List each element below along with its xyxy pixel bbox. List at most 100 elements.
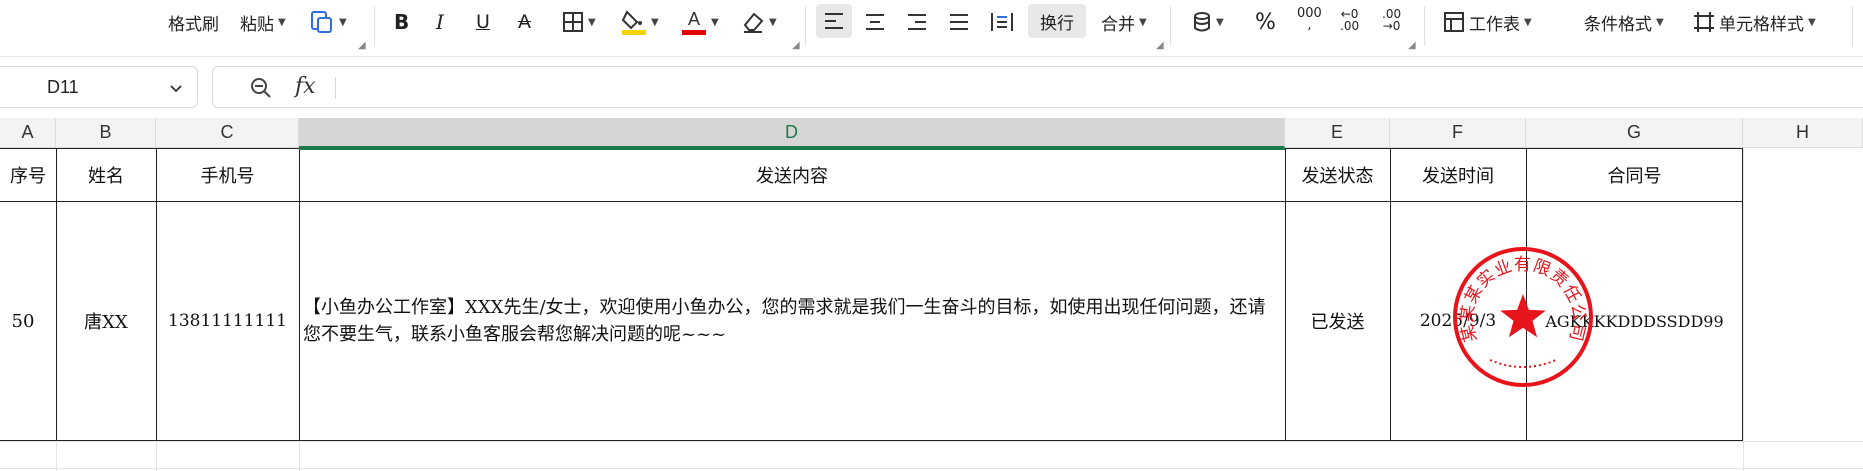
fill-color-button[interactable]: ▼	[621, 8, 659, 36]
merge-button[interactable]: 合并 ▼	[1101, 8, 1147, 36]
bold-icon: B	[394, 10, 410, 34]
wrap-text-button[interactable]: 换行	[1028, 4, 1086, 38]
underline-icon: U	[476, 11, 490, 33]
align-left-button[interactable]	[816, 4, 852, 38]
chevron-down-icon: ▼	[711, 16, 719, 28]
divider	[1852, 6, 1853, 46]
align-left-icon	[823, 12, 845, 30]
justify-button[interactable]	[948, 8, 970, 36]
chevron-down-icon: ▼	[1656, 16, 1664, 28]
table-cell-status[interactable]: 已发送	[1285, 202, 1390, 440]
wrap-text-label: 换行	[1040, 13, 1074, 34]
chevron-down-icon	[169, 79, 183, 98]
divider	[805, 6, 806, 46]
chevron-down-icon: ▼	[1139, 16, 1147, 28]
table-cell-content[interactable]: 【小鱼办公工作室】XXX先生/女士，欢迎使用小鱼办公，您的需求就是我们一生奋斗的…	[299, 294, 1285, 374]
clear-format-button[interactable]: ▼	[741, 8, 777, 36]
underline-button[interactable]: U	[476, 8, 490, 36]
italic-icon: I	[436, 10, 444, 34]
column-header-a[interactable]: A	[0, 118, 56, 148]
header-cell-time[interactable]: 发送时间	[1390, 149, 1526, 201]
conditional-format-label: 条件格式	[1584, 14, 1652, 35]
paste-button[interactable]: 粘贴 ▼	[240, 8, 286, 36]
table-border	[0, 440, 1743, 441]
decrease-decimal-button[interactable]: ←0.00	[1340, 8, 1359, 36]
name-box[interactable]: D11	[0, 66, 198, 108]
column-header-g[interactable]: G	[1526, 118, 1743, 148]
chevron-down-icon: ▼	[651, 16, 659, 28]
table-border	[299, 148, 300, 441]
column-header-f[interactable]: F	[1390, 118, 1526, 148]
align-center-icon	[864, 13, 886, 31]
column-header-h[interactable]: H	[1743, 118, 1863, 148]
alignment-group-expand-icon[interactable]: ◢	[1156, 40, 1164, 51]
table-cell-name[interactable]: 唐XX	[56, 202, 156, 440]
formula-bar: D11 fx	[0, 66, 1863, 110]
cell-style-button[interactable]: 单元格样式 ▼	[1693, 8, 1816, 36]
increase-decimal-bottom: →0	[1382, 19, 1401, 33]
font-color-button[interactable]: A ▼	[681, 8, 719, 36]
function-icon[interactable]: fx	[295, 74, 316, 99]
align-right-button[interactable]	[906, 8, 928, 36]
gridline	[0, 468, 1863, 469]
strikethrough-button[interactable]: A	[518, 8, 531, 36]
number-group-expand-icon[interactable]: ◢	[1408, 40, 1416, 51]
chevron-down-icon: ▼	[278, 16, 286, 28]
gridline	[0, 441, 1863, 442]
chevron-down-icon: ▼	[769, 16, 777, 28]
gridline	[156, 441, 157, 471]
justify-icon	[948, 13, 970, 31]
chevron-down-icon: ▼	[1808, 16, 1816, 28]
selected-column-border	[299, 148, 1285, 150]
column-header-c[interactable]: C	[156, 118, 299, 148]
border-grid-icon	[562, 11, 584, 33]
number-format-button[interactable]: ▼	[1192, 8, 1224, 36]
table-border	[1285, 148, 1286, 441]
table-border	[56, 148, 57, 441]
header-cell-content[interactable]: 发送内容	[299, 149, 1285, 201]
table-cell-seq[interactable]: 50	[0, 202, 46, 440]
table-border	[1742, 148, 1743, 441]
table-border	[156, 148, 157, 441]
percent-icon: %	[1255, 9, 1276, 35]
column-header-d[interactable]: D	[299, 118, 1285, 148]
header-cell-contract[interactable]: 合同号	[1526, 149, 1743, 201]
gridline	[1743, 148, 1744, 471]
divider	[1424, 6, 1425, 46]
header-cell-status[interactable]: 发送状态	[1285, 149, 1390, 201]
column-header-e[interactable]: E	[1285, 118, 1390, 148]
distributed-align-button[interactable]	[990, 8, 1014, 36]
format-painter-button[interactable]: 格式刷	[168, 8, 219, 36]
database-icon	[1192, 11, 1212, 33]
italic-button[interactable]: I	[436, 8, 444, 36]
paste-options-button[interactable]: ▼	[309, 8, 347, 36]
header-cell-phone[interactable]: 手机号	[156, 149, 299, 201]
paste-label: 粘贴	[240, 14, 274, 35]
paint-bucket-icon	[621, 8, 647, 36]
table-border	[1390, 148, 1391, 441]
align-right-icon	[906, 13, 928, 31]
worksheet-icon	[1443, 11, 1465, 33]
conditional-format-button[interactable]: 条件格式 ▼	[1584, 8, 1664, 36]
column-header-b[interactable]: B	[56, 118, 156, 148]
table-cell-phone[interactable]: 13811111111	[156, 202, 299, 440]
header-cell-seq[interactable]: 序号	[0, 149, 56, 201]
gridline	[56, 441, 57, 471]
zoom-out-icon[interactable]	[249, 76, 273, 100]
clipboard-icon	[309, 9, 335, 35]
borders-button[interactable]: ▼	[562, 8, 596, 36]
percent-button[interactable]: %	[1255, 8, 1276, 36]
worksheet-button[interactable]: 工作表 ▼	[1443, 8, 1532, 36]
chevron-down-icon: ▼	[1216, 16, 1224, 28]
align-center-button[interactable]	[864, 8, 886, 36]
font-group-expand-icon[interactable]: ◢	[792, 40, 800, 51]
header-cell-name[interactable]: 姓名	[56, 149, 156, 201]
cell-reference: D11	[47, 76, 79, 97]
thousands-separator-button[interactable]: 000,	[1297, 7, 1322, 36]
bold-button[interactable]: B	[394, 8, 409, 36]
divider	[1170, 6, 1171, 46]
strikethrough-icon: A	[518, 11, 531, 33]
worksheet-label: 工作表	[1469, 14, 1520, 35]
increase-decimal-button[interactable]: .00 →0	[1382, 8, 1401, 36]
clipboard-group-expand-icon[interactable]: ◢	[358, 40, 366, 51]
